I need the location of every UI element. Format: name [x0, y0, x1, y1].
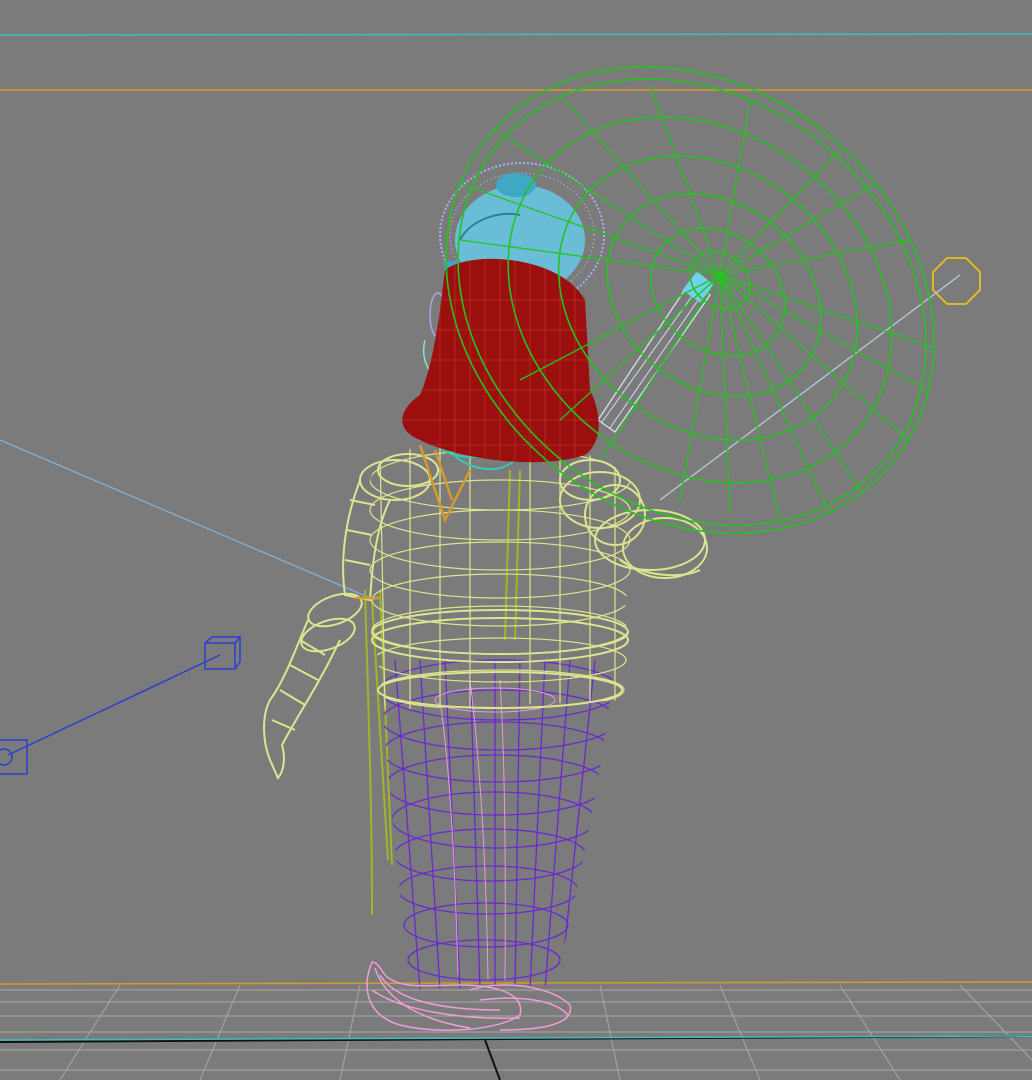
3d-viewport[interactable]: [0, 0, 1032, 1080]
safe-frame-top-line: [0, 33, 1032, 36]
trousers-wire: [380, 659, 615, 990]
grid-axis-line-2: [484, 1039, 501, 1080]
wireframe-scene[interactable]: [0, 0, 1032, 1080]
light-target-line: [0, 439, 376, 601]
shoes-wire: [366, 961, 572, 1031]
shirt-wire: [263, 439, 708, 780]
umbrella-canopy-wire[interactable]: [353, 0, 1028, 629]
camera-target-box[interactable]: [204, 636, 242, 670]
camera-box[interactable]: [0, 739, 28, 775]
hair-wire: [402, 258, 599, 463]
target-helper-octagon[interactable]: [932, 257, 981, 305]
render-region-bottom-line: [0, 981, 1032, 985]
camera-line: [7, 654, 221, 756]
